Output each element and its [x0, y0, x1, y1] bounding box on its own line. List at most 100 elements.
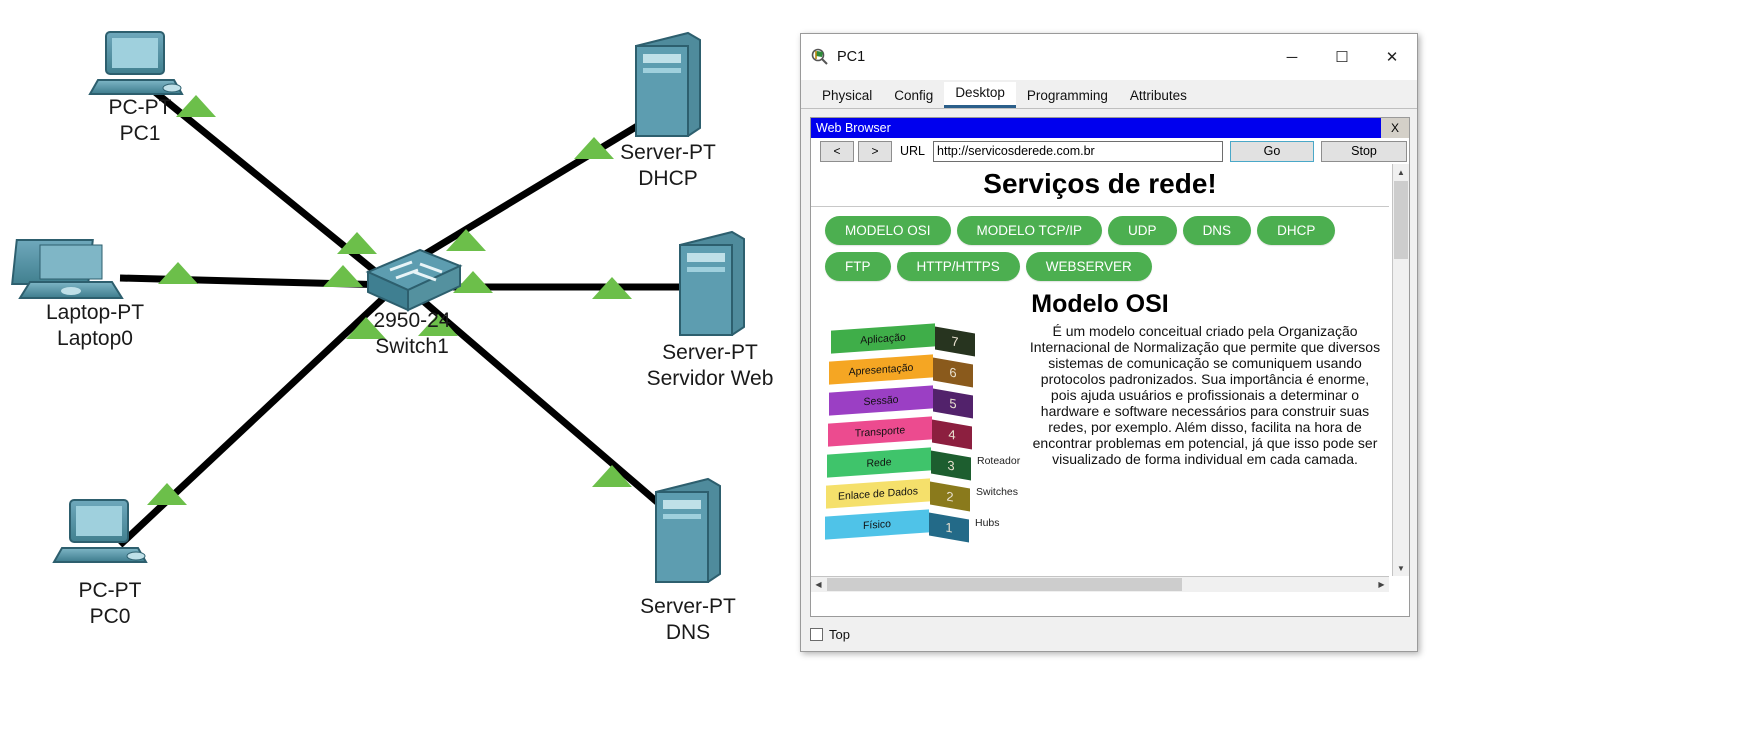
icon-server-dns: [655, 477, 721, 583]
tab-physical[interactable]: Physical: [811, 85, 884, 108]
maximize-button[interactable]: ☐: [1317, 34, 1367, 80]
nav-dns[interactable]: DNS: [1182, 216, 1252, 245]
label-pc0-name: PC0: [89, 604, 131, 628]
web-browser-titlebar: Web Browser X: [811, 118, 1409, 138]
device-window: PC1 ─ ☐ ✕ Physical Config Desktop Progra…: [800, 33, 1418, 652]
label-pc0: PC-PT PC0: [30, 578, 190, 629]
web-browser-title: Web Browser: [816, 121, 891, 135]
minimize-button[interactable]: ─: [1267, 34, 1317, 80]
web-browser-close-button[interactable]: X: [1381, 118, 1409, 138]
nav-modelo-tcpip[interactable]: MODELO TCP/IP: [956, 216, 1103, 245]
page-nav-row-2: FTP HTTP/HTTPS WEBSERVER: [825, 252, 1379, 281]
packet-tracer-icon: [811, 48, 829, 66]
horizontal-scroll-thumb[interactable]: [827, 578, 1182, 591]
osi-layer-3-name: Rede: [827, 447, 931, 478]
nav-udp[interactable]: UDP: [1108, 216, 1177, 245]
go-button[interactable]: Go: [1230, 140, 1314, 162]
top-checkbox[interactable]: [810, 628, 823, 641]
scroll-left-icon[interactable]: ◀: [811, 577, 826, 592]
label-switch1-name: Switch1: [375, 334, 449, 358]
page-horizontal-scrollbar[interactable]: ◀ ▶: [811, 576, 1389, 592]
osi-layer-3-number: 3: [931, 450, 971, 481]
section-title: Modelo OSI: [1031, 290, 1169, 318]
icon-server-web: [679, 230, 745, 336]
nav-dhcp[interactable]: DHCP: [1257, 216, 1336, 245]
scroll-right-icon[interactable]: ▶: [1374, 577, 1389, 592]
tab-desktop[interactable]: Desktop: [944, 82, 1016, 108]
stop-button[interactable]: Stop: [1321, 140, 1407, 162]
osi-layer-6-number: 6: [933, 357, 973, 388]
nav-http-https[interactable]: HTTP/HTTPS: [896, 252, 1020, 281]
label-switch1: 2950-24 Switch1: [332, 308, 492, 359]
label-laptop0-type: Laptop-PT: [45, 301, 145, 324]
osi-layer-5-number: 5: [933, 388, 973, 419]
tabstrip: Physical Config Desktop Programming Attr…: [801, 80, 1417, 109]
label-dhcp-name: DHCP: [638, 166, 698, 190]
page-content: Serviços de rede! MODELO OSI MODELO TCP/…: [811, 164, 1389, 576]
scroll-down-icon[interactable]: ▼: [1393, 560, 1409, 576]
label-laptop0: Laptop-PT Laptop0: [10, 300, 180, 351]
label-pc1: PC-PT PC1: [60, 95, 220, 146]
label-servidor-web: Server-PT Servidor Web: [620, 340, 800, 391]
tab-programming[interactable]: Programming: [1015, 85, 1119, 108]
browser-toolbar: < > URL Go Stop: [811, 138, 1409, 164]
icon-server-dhcp: [635, 31, 701, 137]
screen: PC-PT PC1 Laptop-PT Laptop0 PC-PT PC0 29…: [0, 0, 1758, 746]
osi-model-figure: Aplicação 7 Apresentação 6 Sessão 5 Tran…: [825, 319, 1021, 552]
label-dns: Server-PT DNS: [608, 594, 768, 645]
osi-layer-6-name: Apresentação: [829, 354, 933, 385]
osi-layer-2-name: Enlace de Dados: [826, 478, 930, 509]
page-nav-row-1: MODELO OSI MODELO TCP/IP UDP DNS DHCP: [825, 216, 1379, 245]
tab-config[interactable]: Config: [883, 85, 945, 108]
label-dhcp: Server-PT DHCP: [588, 140, 748, 191]
osi-layer-4-number: 4: [932, 419, 972, 450]
osi-layer-2-number: 2: [930, 481, 970, 512]
label-dns-type: Server-PT: [640, 595, 736, 618]
osi-layer-3-device: Roteador: [977, 455, 1021, 467]
tab-attributes[interactable]: Attributes: [1118, 85, 1198, 108]
icon-pc1: [88, 31, 184, 95]
page-nav: MODELO OSI MODELO TCP/IP UDP DNS DHCP FT…: [811, 207, 1389, 281]
nav-ftp[interactable]: FTP: [825, 252, 891, 281]
nav-modelo-osi[interactable]: MODELO OSI: [825, 216, 951, 245]
osi-layer-7-number: 7: [935, 326, 975, 357]
section-paragraph: É um modelo conceitual criado pela Organ…: [1029, 323, 1381, 468]
osi-layer-7-name: Aplicação: [831, 323, 935, 354]
icon-laptop0: [11, 239, 124, 299]
network-topology-canvas[interactable]: PC-PT PC1 Laptop-PT Laptop0 PC-PT PC0 29…: [0, 0, 800, 746]
vertical-scroll-thumb[interactable]: [1394, 181, 1408, 259]
label-laptop0-name: Laptop0: [57, 326, 133, 350]
osi-layer-1-name: Físico: [825, 509, 929, 540]
label-pc0-type: PC-PT: [78, 579, 142, 602]
window-statusbar: Top: [810, 627, 850, 642]
section-body: Aplicação 7 Apresentação 6 Sessão 5 Tran…: [811, 319, 1389, 552]
forward-button[interactable]: >: [858, 140, 892, 162]
label-dhcp-type: Server-PT: [620, 141, 716, 164]
osi-layer-4-name: Transporte: [828, 416, 932, 447]
window-controls: ─ ☐ ✕: [1267, 34, 1417, 80]
osi-layer-1-device: Hubs: [975, 517, 1000, 529]
window-titlebar[interactable]: PC1 ─ ☐ ✕: [801, 34, 1417, 80]
page-viewport-wrapper: Serviços de rede! MODELO OSI MODELO TCP/…: [811, 164, 1409, 592]
page-heading: Serviços de rede!: [811, 164, 1389, 207]
label-servidor-web-name: Servidor Web: [646, 366, 774, 390]
label-switch1-type: 2950-24: [373, 309, 451, 332]
osi-layer-5-name: Sessão: [829, 385, 933, 416]
back-button[interactable]: <: [820, 140, 854, 162]
scroll-up-icon[interactable]: ▲: [1393, 164, 1409, 180]
page-vertical-scrollbar[interactable]: ▲ ▼: [1392, 164, 1409, 576]
osi-layer-2-device: Switches: [976, 486, 1019, 498]
url-input[interactable]: [933, 140, 1223, 162]
nav-webserver[interactable]: WEBSERVER: [1025, 252, 1152, 281]
url-label: URL: [900, 144, 926, 158]
window-title: PC1: [837, 49, 866, 65]
close-button[interactable]: ✕: [1367, 34, 1417, 80]
osi-stack: Aplicação 7 Apresentação 6 Sessão 5 Tran…: [825, 323, 1020, 552]
label-pc1-name: PC1: [119, 121, 161, 145]
top-checkbox-label: Top: [829, 627, 850, 642]
web-browser-panel: Web Browser X < > URL Go Stop Serviços d…: [810, 117, 1410, 617]
osi-layer-1-number: 1: [929, 512, 969, 543]
label-pc1-type: PC-PT: [108, 96, 172, 119]
label-servidor-web-type: Server-PT: [662, 341, 758, 364]
label-dns-name: DNS: [665, 620, 711, 644]
